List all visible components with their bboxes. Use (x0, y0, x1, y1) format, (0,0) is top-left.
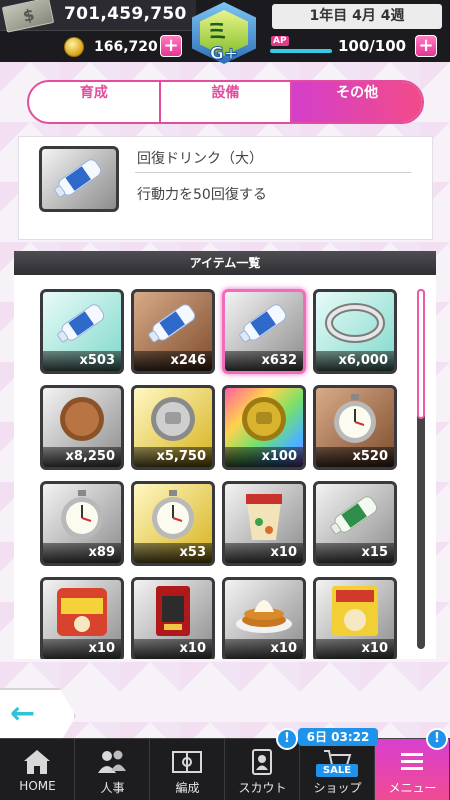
water-bottle-icon (148, 304, 196, 343)
sale-timer: 6日 03:22 (298, 728, 378, 746)
item-list-header: アイテム一覧 (14, 251, 436, 275)
item-list: x503 x246 x632 x6,000 x8,250 x5,750 x100 x520 x8… (14, 275, 436, 659)
silver-medal-icon (151, 397, 195, 441)
item-name: 回復ドリンク（大） (137, 151, 263, 167)
item-count: x10 (43, 639, 121, 659)
tab-training[interactable]: 育成 (29, 82, 161, 122)
coin-icon (64, 37, 84, 57)
snack-pack-icon (156, 586, 190, 636)
water-bottle-icon (239, 304, 287, 343)
team-rank-emblem[interactable]: ミ G+ (186, 0, 262, 70)
item-slot[interactable]: x503 (40, 289, 124, 374)
stopwatch-icon (61, 490, 103, 539)
stopwatch-icon (152, 490, 194, 539)
ramen-pack-icon (332, 586, 378, 636)
item-slot[interactable]: x10 (313, 577, 397, 659)
item-count: x89 (43, 543, 121, 563)
nav-menu-label: メニュー (388, 781, 437, 795)
item-count: x10 (225, 543, 303, 563)
house-icon (24, 750, 50, 774)
money-value: 701,459,750 (64, 4, 187, 24)
recover-ap-button[interactable]: + (415, 35, 437, 57)
instant-noodle-icon (57, 588, 107, 636)
back-arrow-icon: ← (10, 696, 36, 731)
item-count: x6,000 (316, 351, 394, 371)
green-bottle-icon (330, 496, 378, 535)
item-count: x503 (43, 351, 121, 371)
item-count: x246 (134, 351, 212, 371)
buy-coins-button[interactable]: + (160, 35, 182, 57)
ap-label: AP (271, 36, 289, 46)
item-count: x15 (316, 543, 394, 563)
item-count: x632 (225, 351, 303, 371)
gold-medal-icon (242, 397, 286, 441)
item-slot[interactable]: x89 (40, 481, 124, 566)
item-slot[interactable]: x15 (313, 481, 397, 566)
bronze-medal-icon (60, 397, 104, 441)
item-count: x5,750 (134, 447, 212, 467)
ap-value: 100/100 (338, 37, 407, 55)
item-slot[interactable]: x10 (222, 481, 306, 566)
nav-shop[interactable]: SALE ショップ (300, 739, 375, 800)
scout-icon (252, 749, 272, 775)
ap-gauge (270, 49, 332, 53)
menu-icon (401, 753, 423, 770)
water-bottle-icon (57, 304, 105, 343)
item-slot[interactable]: x10 (40, 577, 124, 659)
item-slot[interactable]: x520 (313, 385, 397, 470)
nav-formation-label: 編成 (175, 781, 200, 795)
ring-icon (325, 303, 385, 343)
item-count: x10 (316, 639, 394, 659)
nav-formation[interactable]: 編成 (150, 739, 225, 800)
item-slot[interactable]: x53 (131, 481, 215, 566)
pancake-icon (236, 600, 292, 633)
item-count: x8,250 (43, 447, 121, 467)
coin-value: 166,720 (94, 39, 158, 55)
item-detail-panel: 回復ドリンク（大） 行動力を50回復する (18, 136, 433, 240)
nav-personnel-label: 人事 (100, 781, 125, 795)
item-slot[interactable]: x8,250 (40, 385, 124, 470)
item-count: x10 (134, 639, 212, 659)
detail-divider (135, 172, 411, 173)
bottom-navigation: HOME 人事 編成 スカウト SALE ショップ メニュー (0, 738, 450, 800)
banknote-icon (1, 0, 55, 33)
cup-noodle-icon (246, 494, 282, 540)
nav-home[interactable]: HOME (0, 739, 75, 800)
nav-scout-label: スカウト (238, 781, 287, 795)
team-rank: G+ (209, 44, 239, 65)
menu-notification-badge: ! (426, 728, 448, 750)
item-grid: x503 x246 x632 x6,000 x8,250 x5,750 x100 x520 x8… (40, 289, 400, 659)
coin-row: 166,720 + (0, 31, 196, 62)
nav-home-label: HOME (19, 779, 56, 793)
people-icon (98, 750, 126, 773)
item-slot[interactable]: x5,750 (131, 385, 215, 470)
money-row: 701,459,750 (0, 0, 196, 33)
item-description: 行動力を50回復する (137, 187, 267, 203)
scroll-thumb[interactable] (417, 289, 425, 419)
sale-tag: SALE (316, 764, 358, 777)
nav-personnel[interactable]: 人事 (75, 739, 150, 800)
item-slot[interactable]: x100 (222, 385, 306, 470)
item-slot[interactable]: x632 (222, 289, 306, 374)
field-icon (172, 751, 202, 773)
scout-notification-badge: ! (276, 728, 298, 750)
tab-facilities[interactable]: 設備 (161, 82, 293, 122)
item-slot[interactable]: x246 (131, 289, 215, 374)
category-tabs: 育成 設備 その他 (27, 80, 424, 124)
item-list-scrollbar[interactable] (417, 289, 425, 649)
tab-other[interactable]: その他 (292, 82, 422, 122)
water-bottle-icon (54, 159, 102, 198)
item-count: x53 (134, 543, 212, 563)
item-slot[interactable]: x6,000 (313, 289, 397, 374)
item-slot[interactable]: x10 (131, 577, 215, 659)
selected-item-thumbnail (39, 146, 119, 212)
item-slot[interactable]: x10 (222, 577, 306, 659)
item-count: x10 (225, 639, 303, 659)
item-count: x520 (316, 447, 394, 467)
item-count: x100 (225, 447, 303, 467)
nav-shop-label: ショップ (313, 781, 362, 795)
stopwatch-icon (334, 394, 376, 443)
game-date: 1年目 4月 4週 (272, 4, 442, 29)
